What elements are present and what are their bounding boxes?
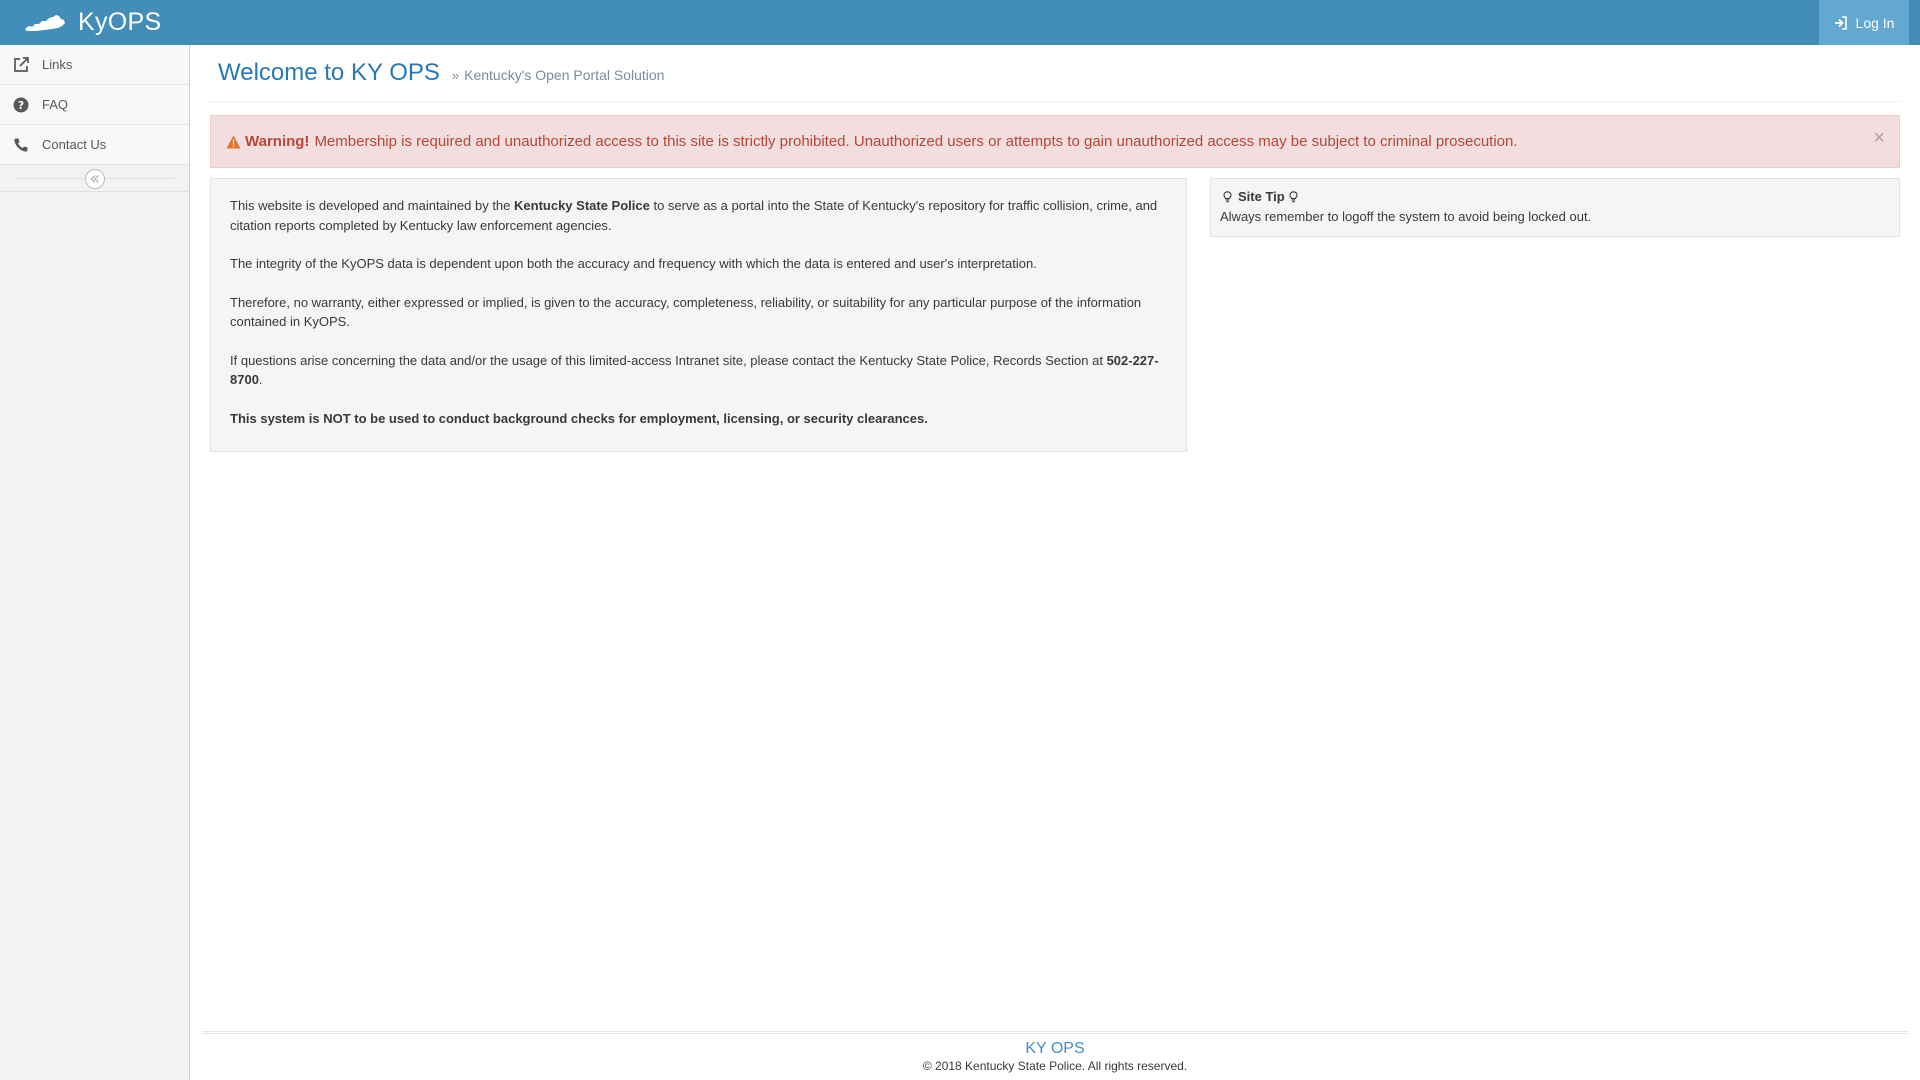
info-paragraph: This system is NOT to be used to conduct… xyxy=(230,409,1167,429)
page-subtitle: » Kentucky's Open Portal Solution xyxy=(452,63,665,83)
site-tip-title: Site Tip xyxy=(1238,189,1285,204)
external-link-icon xyxy=(12,56,30,74)
sidebar-item-label: Links xyxy=(42,57,73,72)
login-button[interactable]: Log In xyxy=(1819,0,1909,45)
sidebar-collapse-button[interactable] xyxy=(85,169,105,189)
page-title: Welcome to KY OPS xyxy=(218,59,440,86)
info-text: This website is developed and maintained… xyxy=(230,198,515,213)
info-panel: This website is developed and maintained… xyxy=(210,178,1187,452)
phone-icon xyxy=(12,136,30,154)
login-label: Log In xyxy=(1855,14,1895,31)
lightbulb-icon xyxy=(1289,191,1298,203)
alert-message: Membership is required and unauthorized … xyxy=(314,133,1518,150)
sidebar: Links ? FAQ Contact Us xyxy=(0,45,190,1080)
brand[interactable]: KyOPS xyxy=(24,0,161,45)
svg-text:?: ? xyxy=(18,99,24,112)
double-chevron-right-icon: » xyxy=(451,67,460,83)
sidebar-item-contact-us[interactable]: Contact Us xyxy=(0,125,189,165)
site-tip-text: Always remember to logoff the system to … xyxy=(1220,209,1592,224)
sidebar-item-faq[interactable]: ? FAQ xyxy=(0,85,189,125)
brand-name: KyOPS xyxy=(78,8,162,36)
footer-copyright: © 2018 Kentucky State Police. All rights… xyxy=(922,1059,1188,1073)
sidebar-item-label: FAQ xyxy=(42,97,69,112)
page-subtitle-text: Kentucky's Open Portal Solution xyxy=(464,67,665,83)
top-navbar: KyOPS Log In xyxy=(0,0,1920,45)
info-paragraph: The integrity of the KyOPS data is depen… xyxy=(230,256,1037,271)
kentucky-logo-icon xyxy=(25,14,65,31)
footer: KY OPS © 2018 Kentucky State Police. All… xyxy=(202,1031,1908,1074)
sidebar-item-links[interactable]: Links xyxy=(0,45,189,85)
alert-close-button[interactable]: × xyxy=(1873,128,1885,148)
site-tip-panel: Site Tip Always remember to logoff the s… xyxy=(1210,178,1900,237)
double-chevron-left-icon xyxy=(90,175,99,183)
sidebar-collapse-bar xyxy=(0,165,189,192)
info-paragraph: If questions arise concerning the data a… xyxy=(230,351,1167,390)
sign-in-icon xyxy=(1834,15,1847,30)
question-circle-icon: ? xyxy=(12,96,30,114)
warning-alert: Warning! Membership is required and unau… xyxy=(210,115,1900,168)
info-bold-text: This system is NOT to be used to conduct… xyxy=(230,410,928,426)
info-bold-text: Kentucky State Police xyxy=(514,198,650,213)
info-paragraph: This website is developed and maintained… xyxy=(230,196,1167,235)
info-text: If questions arise concerning the data a… xyxy=(230,352,1107,368)
info-paragraph: Therefore, no warranty, either expressed… xyxy=(230,294,1142,330)
warning-icon xyxy=(226,135,241,148)
footer-brand: KY OPS xyxy=(1025,1040,1085,1057)
info-text: . xyxy=(258,372,263,387)
lightbulb-icon xyxy=(1223,191,1232,203)
sidebar-item-label: Contact Us xyxy=(42,137,107,152)
main-content: Welcome to KY OPS » Kentucky's Open Port… xyxy=(210,45,1900,452)
alert-title: Warning! xyxy=(245,133,310,150)
site-tip-heading: Site Tip xyxy=(1220,187,1890,207)
page-header: Welcome to KY OPS » Kentucky's Open Port… xyxy=(210,45,1900,102)
